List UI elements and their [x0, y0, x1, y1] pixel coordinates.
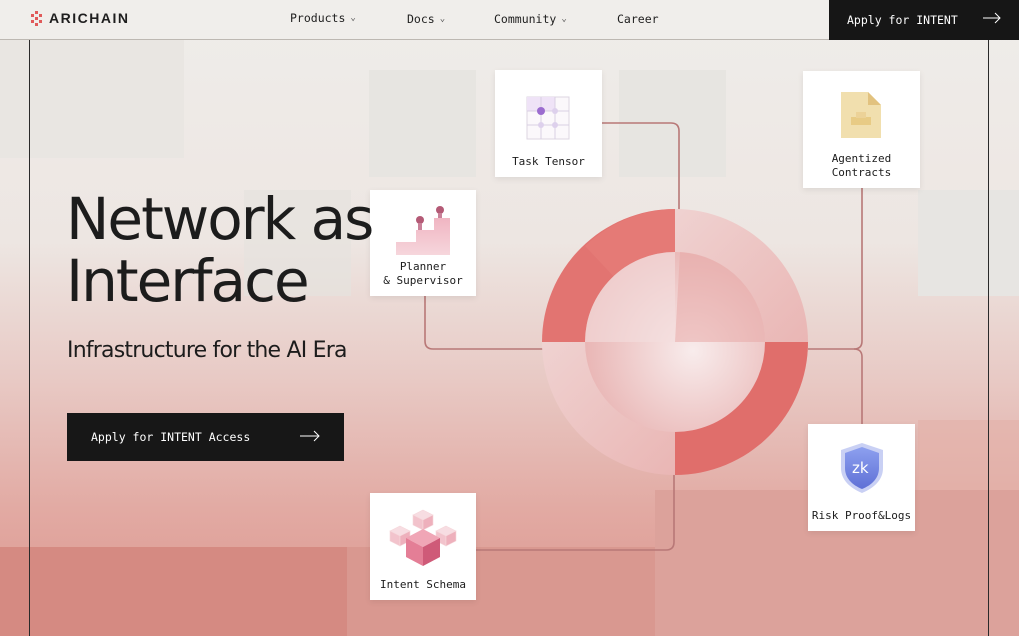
chevron-down-icon: ⌄ — [561, 14, 567, 24]
core-ring — [542, 209, 808, 475]
cta-label: Apply for INTENT Access — [91, 430, 251, 444]
nav-products[interactable]: Products ⌄ — [290, 11, 356, 25]
card-agentized-contracts[interactable]: Agentized Contracts — [803, 71, 920, 188]
apply-intent-label: Apply for INTENT — [847, 13, 958, 27]
bg-block — [0, 547, 347, 636]
apply-intent-access-button[interactable]: Apply for INTENT Access — [67, 413, 344, 461]
hero-subtitle: Infrastructure for the AI Era — [67, 338, 347, 363]
hero-title: Network as Interface — [66, 185, 374, 315]
bg-block — [369, 70, 476, 177]
card-planner-supervisor[interactable]: Planner & Supervisor — [370, 190, 476, 296]
bg-block — [918, 190, 1019, 296]
nav-label: Products — [290, 11, 346, 25]
card-intent-schema[interactable]: Intent Schema — [370, 493, 476, 600]
card-label: Risk Proof&Logs — [811, 509, 912, 522]
card-label: Task Tensor — [512, 155, 585, 168]
hero-title-line2: Interface — [66, 247, 310, 315]
zk-badge: zk — [852, 459, 869, 477]
cubes-icon — [389, 509, 457, 566]
bg-block — [918, 420, 1019, 490]
card-label: Intent Schema — [379, 578, 467, 591]
chevron-down-icon: ⌄ — [439, 14, 446, 24]
arrow-right-icon — [300, 430, 320, 442]
frame-line-left — [29, 40, 30, 636]
arrow-right-icon — [983, 12, 1001, 24]
card-label: Planner & Supervisor — [383, 260, 463, 287]
card-risk-proof-logs[interactable]: zk Risk Proof&Logs — [808, 424, 915, 531]
brand-logo[interactable]: ARICHAIN — [30, 10, 129, 26]
nav-label: Career — [617, 12, 659, 26]
grid-icon — [526, 96, 570, 140]
logo-icon — [31, 10, 42, 26]
bg-block — [0, 40, 184, 158]
steps-icon — [396, 206, 450, 255]
card-label: Agentized Contracts — [831, 152, 892, 179]
nav-community[interactable]: Community ⌄ — [494, 12, 567, 26]
nav-docs[interactable]: Docs ⌄ — [407, 12, 445, 26]
nav-label: Docs — [407, 12, 435, 26]
connector-lines — [424, 122, 863, 551]
brand-name: ARICHAIN — [49, 10, 130, 26]
site-header: ARICHAIN Products ⌄ Docs ⌄ Community ⌄ C… — [0, 0, 1019, 40]
frame-line-right — [988, 40, 989, 636]
apply-intent-button[interactable]: Apply for INTENT — [829, 0, 1019, 40]
nav-career[interactable]: Career — [617, 12, 659, 26]
hero-title-line1: Network as — [66, 185, 374, 253]
document-icon — [841, 92, 881, 138]
card-task-tensor[interactable]: Task Tensor — [495, 70, 602, 177]
nav-label: Community — [494, 12, 557, 26]
bg-block — [619, 70, 726, 177]
chevron-down-icon: ⌄ — [350, 13, 356, 23]
